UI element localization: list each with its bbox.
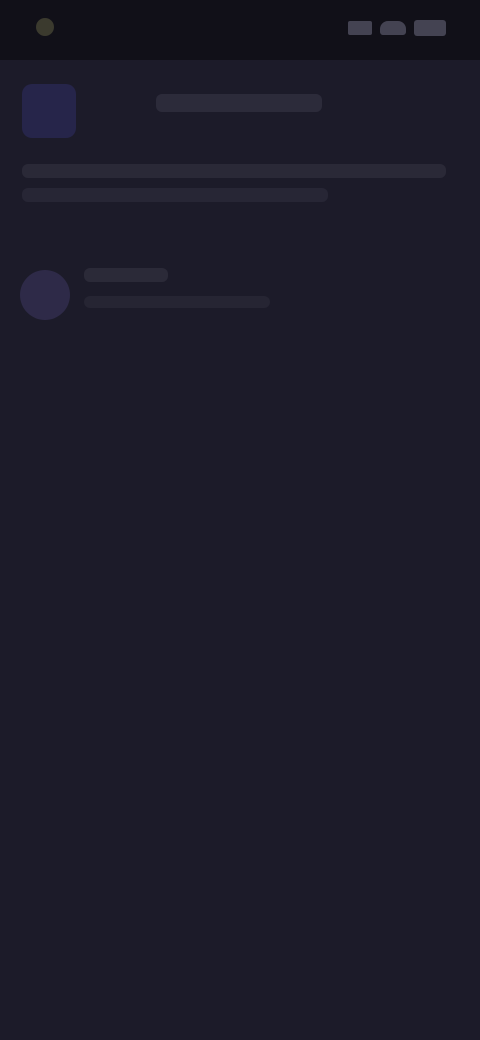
list-item-title xyxy=(84,268,168,282)
status-dot-icon xyxy=(36,18,54,36)
list-item-subtitle xyxy=(84,296,270,308)
banner-text-line-1 xyxy=(22,164,446,178)
banner-text-line-2 xyxy=(22,188,328,202)
signal-icon xyxy=(348,21,372,35)
list-item[interactable] xyxy=(20,264,460,328)
status-left xyxy=(36,18,54,36)
info-banner xyxy=(22,164,446,210)
page-header xyxy=(0,70,480,140)
avatar-icon xyxy=(20,270,70,320)
battery-icon xyxy=(414,20,446,36)
app-avatar-icon[interactable] xyxy=(22,84,76,138)
status-right xyxy=(348,20,446,36)
app-screen xyxy=(0,0,480,1040)
page-title xyxy=(156,94,322,112)
wifi-icon xyxy=(380,21,406,35)
status-bar xyxy=(0,0,480,60)
